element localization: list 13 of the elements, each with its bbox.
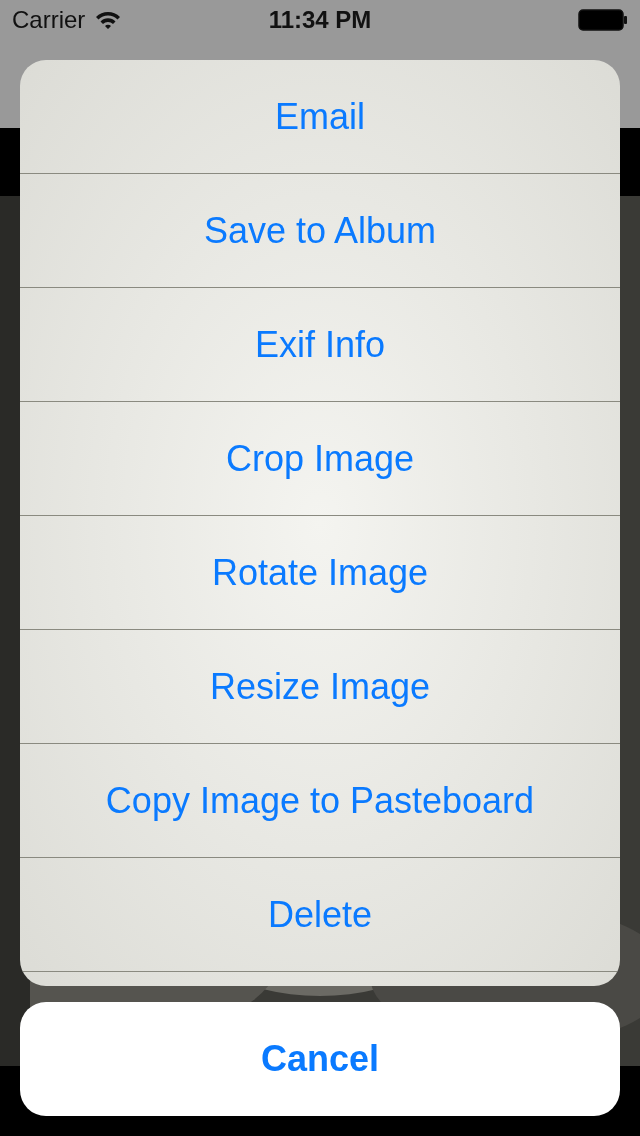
action-button[interactable]: Resize Image bbox=[20, 630, 620, 744]
action-button[interactable]: Crop Image bbox=[20, 402, 620, 516]
clock-label: 11:34 PM bbox=[268, 5, 372, 35]
battery-icon bbox=[578, 9, 628, 31]
wifi-icon bbox=[95, 10, 122, 30]
carrier-label: Carrier bbox=[12, 5, 86, 35]
action-button[interactable]: Copy Image to Pasteboard bbox=[20, 744, 620, 858]
action-button[interactable]: Save to Album bbox=[20, 174, 620, 288]
cancel-button[interactable]: Cancel bbox=[20, 1002, 620, 1116]
action-button[interactable]: Delete bbox=[20, 858, 620, 972]
action-button[interactable]: Exif Info bbox=[20, 288, 620, 402]
action-button[interactable]: Email bbox=[20, 60, 620, 174]
action-button[interactable]: Rotate Image bbox=[20, 516, 620, 630]
